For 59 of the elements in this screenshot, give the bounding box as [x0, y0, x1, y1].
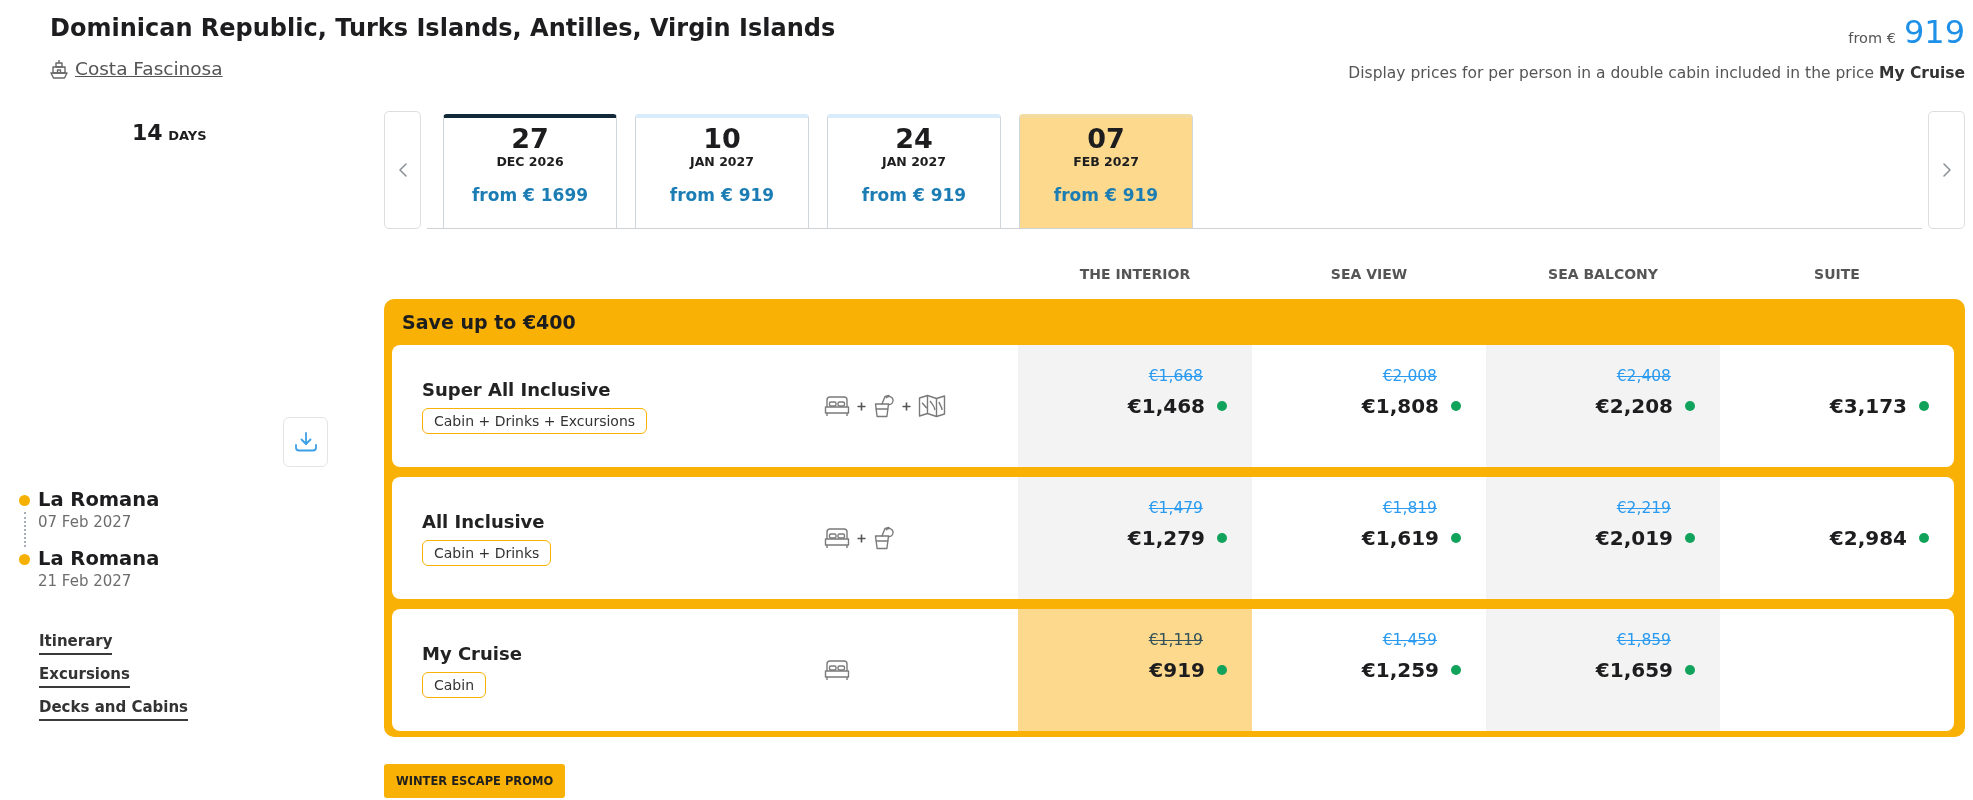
bed-icon	[824, 659, 850, 681]
price-option[interactable]: €3,173	[1720, 345, 1954, 467]
date-tab[interactable]: 27 DEC 2026 from € 1699	[443, 114, 617, 228]
price-option[interactable]: €1,819 €1,619	[1252, 477, 1486, 599]
prev-dates-button[interactable]	[384, 111, 421, 229]
cabin-column-header: SUITE	[1814, 266, 1860, 282]
page-title: Dominican Republic, Turks Islands, Antilles, Virgin Islands	[50, 13, 836, 44]
chevron-right-icon	[1942, 163, 1951, 177]
download-button[interactable]	[283, 417, 328, 467]
bed-icon	[824, 395, 850, 417]
ship-icon	[50, 59, 68, 79]
date-tab[interactable]: 24 JAN 2027 from € 919	[827, 114, 1001, 228]
fare-name: My Cruise	[422, 642, 522, 666]
price-option[interactable]: €2,008 €1,808	[1252, 345, 1486, 467]
price-option[interactable]: €1,459 €1,259	[1252, 609, 1486, 731]
ship-link[interactable]: Costa Fascinosa	[50, 58, 223, 80]
package-tag: Cabin	[422, 672, 486, 698]
port-name: La Romana	[38, 548, 160, 570]
price-option[interactable]: €1,859 €1,659	[1486, 609, 1720, 731]
plus-icon	[857, 533, 866, 543]
port-name: La Romana	[38, 489, 160, 511]
next-dates-button[interactable]	[1928, 111, 1965, 229]
cup-icon	[873, 526, 895, 550]
stop-date: 21 Feb 2027	[38, 571, 133, 592]
cabin-column-header: SEA VIEW	[1330, 266, 1408, 282]
cabin-column-header: SEA BALCONY	[1548, 266, 1658, 282]
price-prefix: from €	[1848, 30, 1896, 46]
price-option[interactable]: €2,219 €2,019	[1486, 477, 1720, 599]
price-option[interactable]: €2,984	[1720, 477, 1954, 599]
stop-date: 07 Feb 2027	[38, 512, 133, 533]
fare-name: Super All Inclusive	[422, 378, 611, 402]
fare-name: All Inclusive	[422, 510, 545, 534]
bed-icon	[824, 527, 850, 549]
map-icon	[918, 394, 946, 418]
stop-dot-icon	[19, 553, 30, 565]
savings-heading: Save up to €400	[402, 311, 576, 333]
date-tab[interactable]: 07 FEB 2027 from € 919	[1019, 114, 1193, 228]
stop-dot-icon	[19, 494, 30, 506]
price-option[interactable]: €1,119 €919	[1018, 609, 1252, 731]
section-link[interactable]: Decks and Cabins	[39, 697, 189, 721]
cup-icon	[873, 394, 895, 418]
section-link[interactable]: Itinerary	[39, 631, 113, 655]
section-link[interactable]: Excursions	[39, 664, 130, 688]
price-option[interactable]: €1,479 €1,279	[1018, 477, 1252, 599]
header-price: 919	[1903, 12, 1965, 52]
price-option[interactable]: €1,668 €1,468	[1018, 345, 1252, 467]
cabin-column-header: THE INTERIOR	[1079, 266, 1191, 282]
date-tab[interactable]: 10 JAN 2027 from € 919	[635, 114, 809, 228]
price-note: Display prices for per person in a double cabin included in the price My Cruise	[1348, 64, 1965, 82]
route-connector	[23, 512, 26, 547]
plus-icon	[902, 401, 911, 411]
package-tag: Cabin + Drinks	[422, 540, 552, 566]
promo-button[interactable]: WINTER ESCAPE PROMO	[384, 764, 566, 798]
trip-duration: 14 DAYS	[132, 119, 207, 147]
plus-icon	[857, 401, 866, 411]
package-tag: Cabin + Drinks + Excursions	[422, 408, 648, 434]
chevron-left-icon	[398, 163, 407, 177]
download-icon	[294, 432, 317, 452]
price-option[interactable]: €2,408 €2,208	[1486, 345, 1720, 467]
